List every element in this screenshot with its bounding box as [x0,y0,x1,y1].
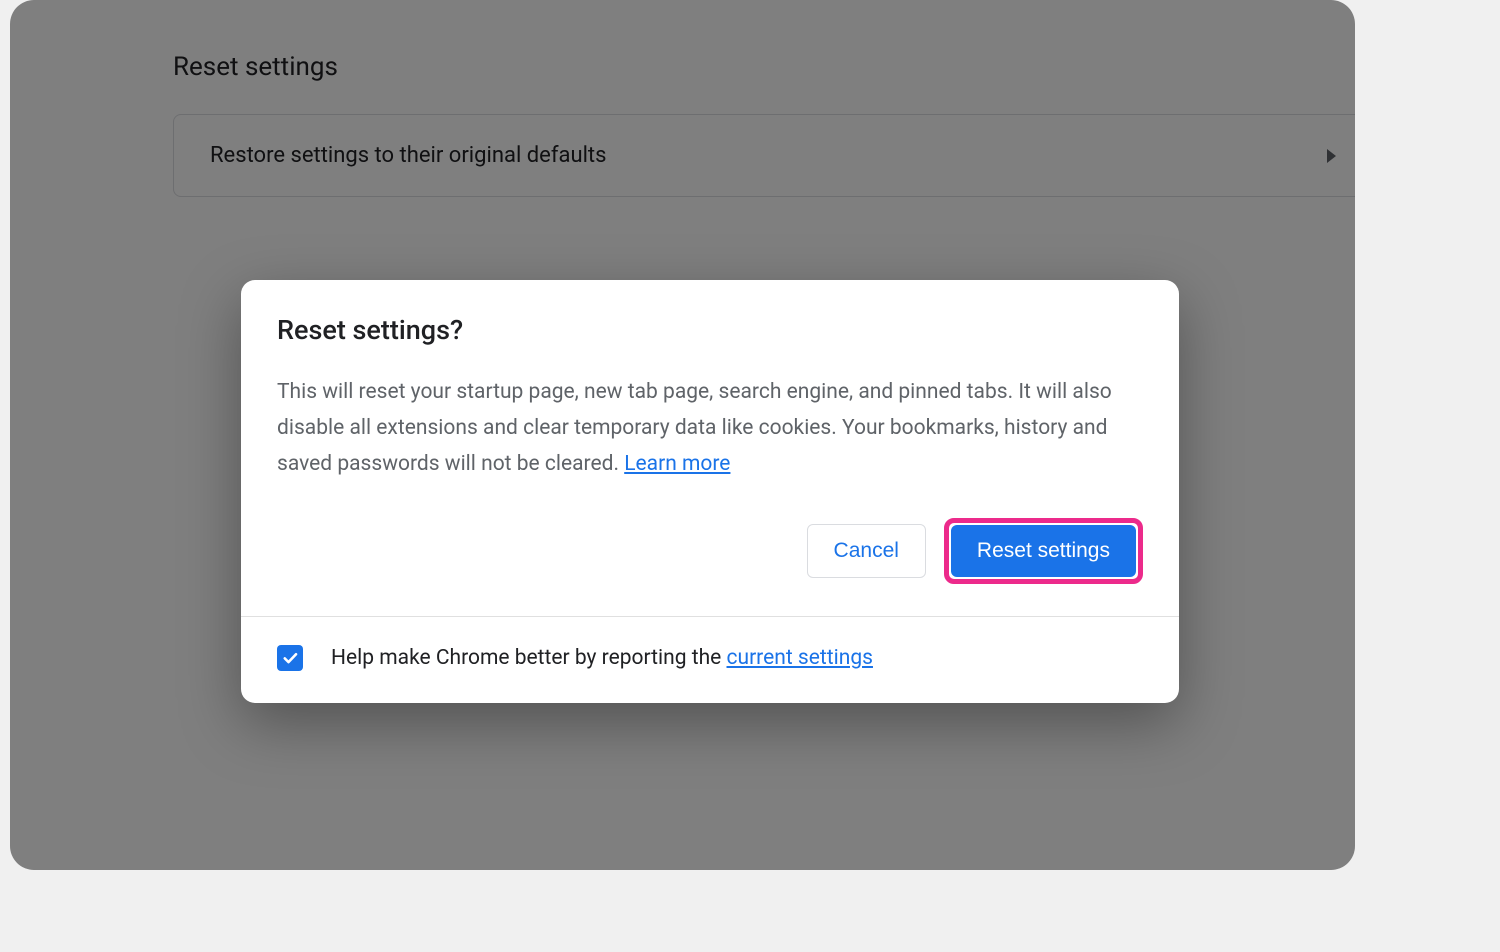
check-icon [281,649,299,667]
reset-settings-dialog: Reset settings? This will reset your sta… [241,280,1179,703]
reset-settings-button[interactable]: Reset settings [951,525,1136,577]
dialog-description: This will reset your startup page, new t… [277,374,1143,482]
dialog-body: Reset settings? This will reset your sta… [241,280,1179,616]
report-settings-checkbox[interactable] [277,645,303,671]
footer-text-prefix: Help make Chrome better by reporting the [331,646,727,670]
dialog-title: Reset settings? [277,314,1143,346]
highlight-annotation: Reset settings [944,518,1143,584]
learn-more-link[interactable]: Learn more [624,452,730,476]
settings-window: Reset settings Restore settings to their… [10,0,1355,870]
dialog-actions: Cancel Reset settings [277,518,1143,584]
current-settings-link[interactable]: current settings [727,646,873,670]
cancel-button[interactable]: Cancel [807,524,926,578]
footer-text: Help make Chrome better by reporting the… [331,646,873,670]
dialog-footer: Help make Chrome better by reporting the… [241,616,1179,703]
